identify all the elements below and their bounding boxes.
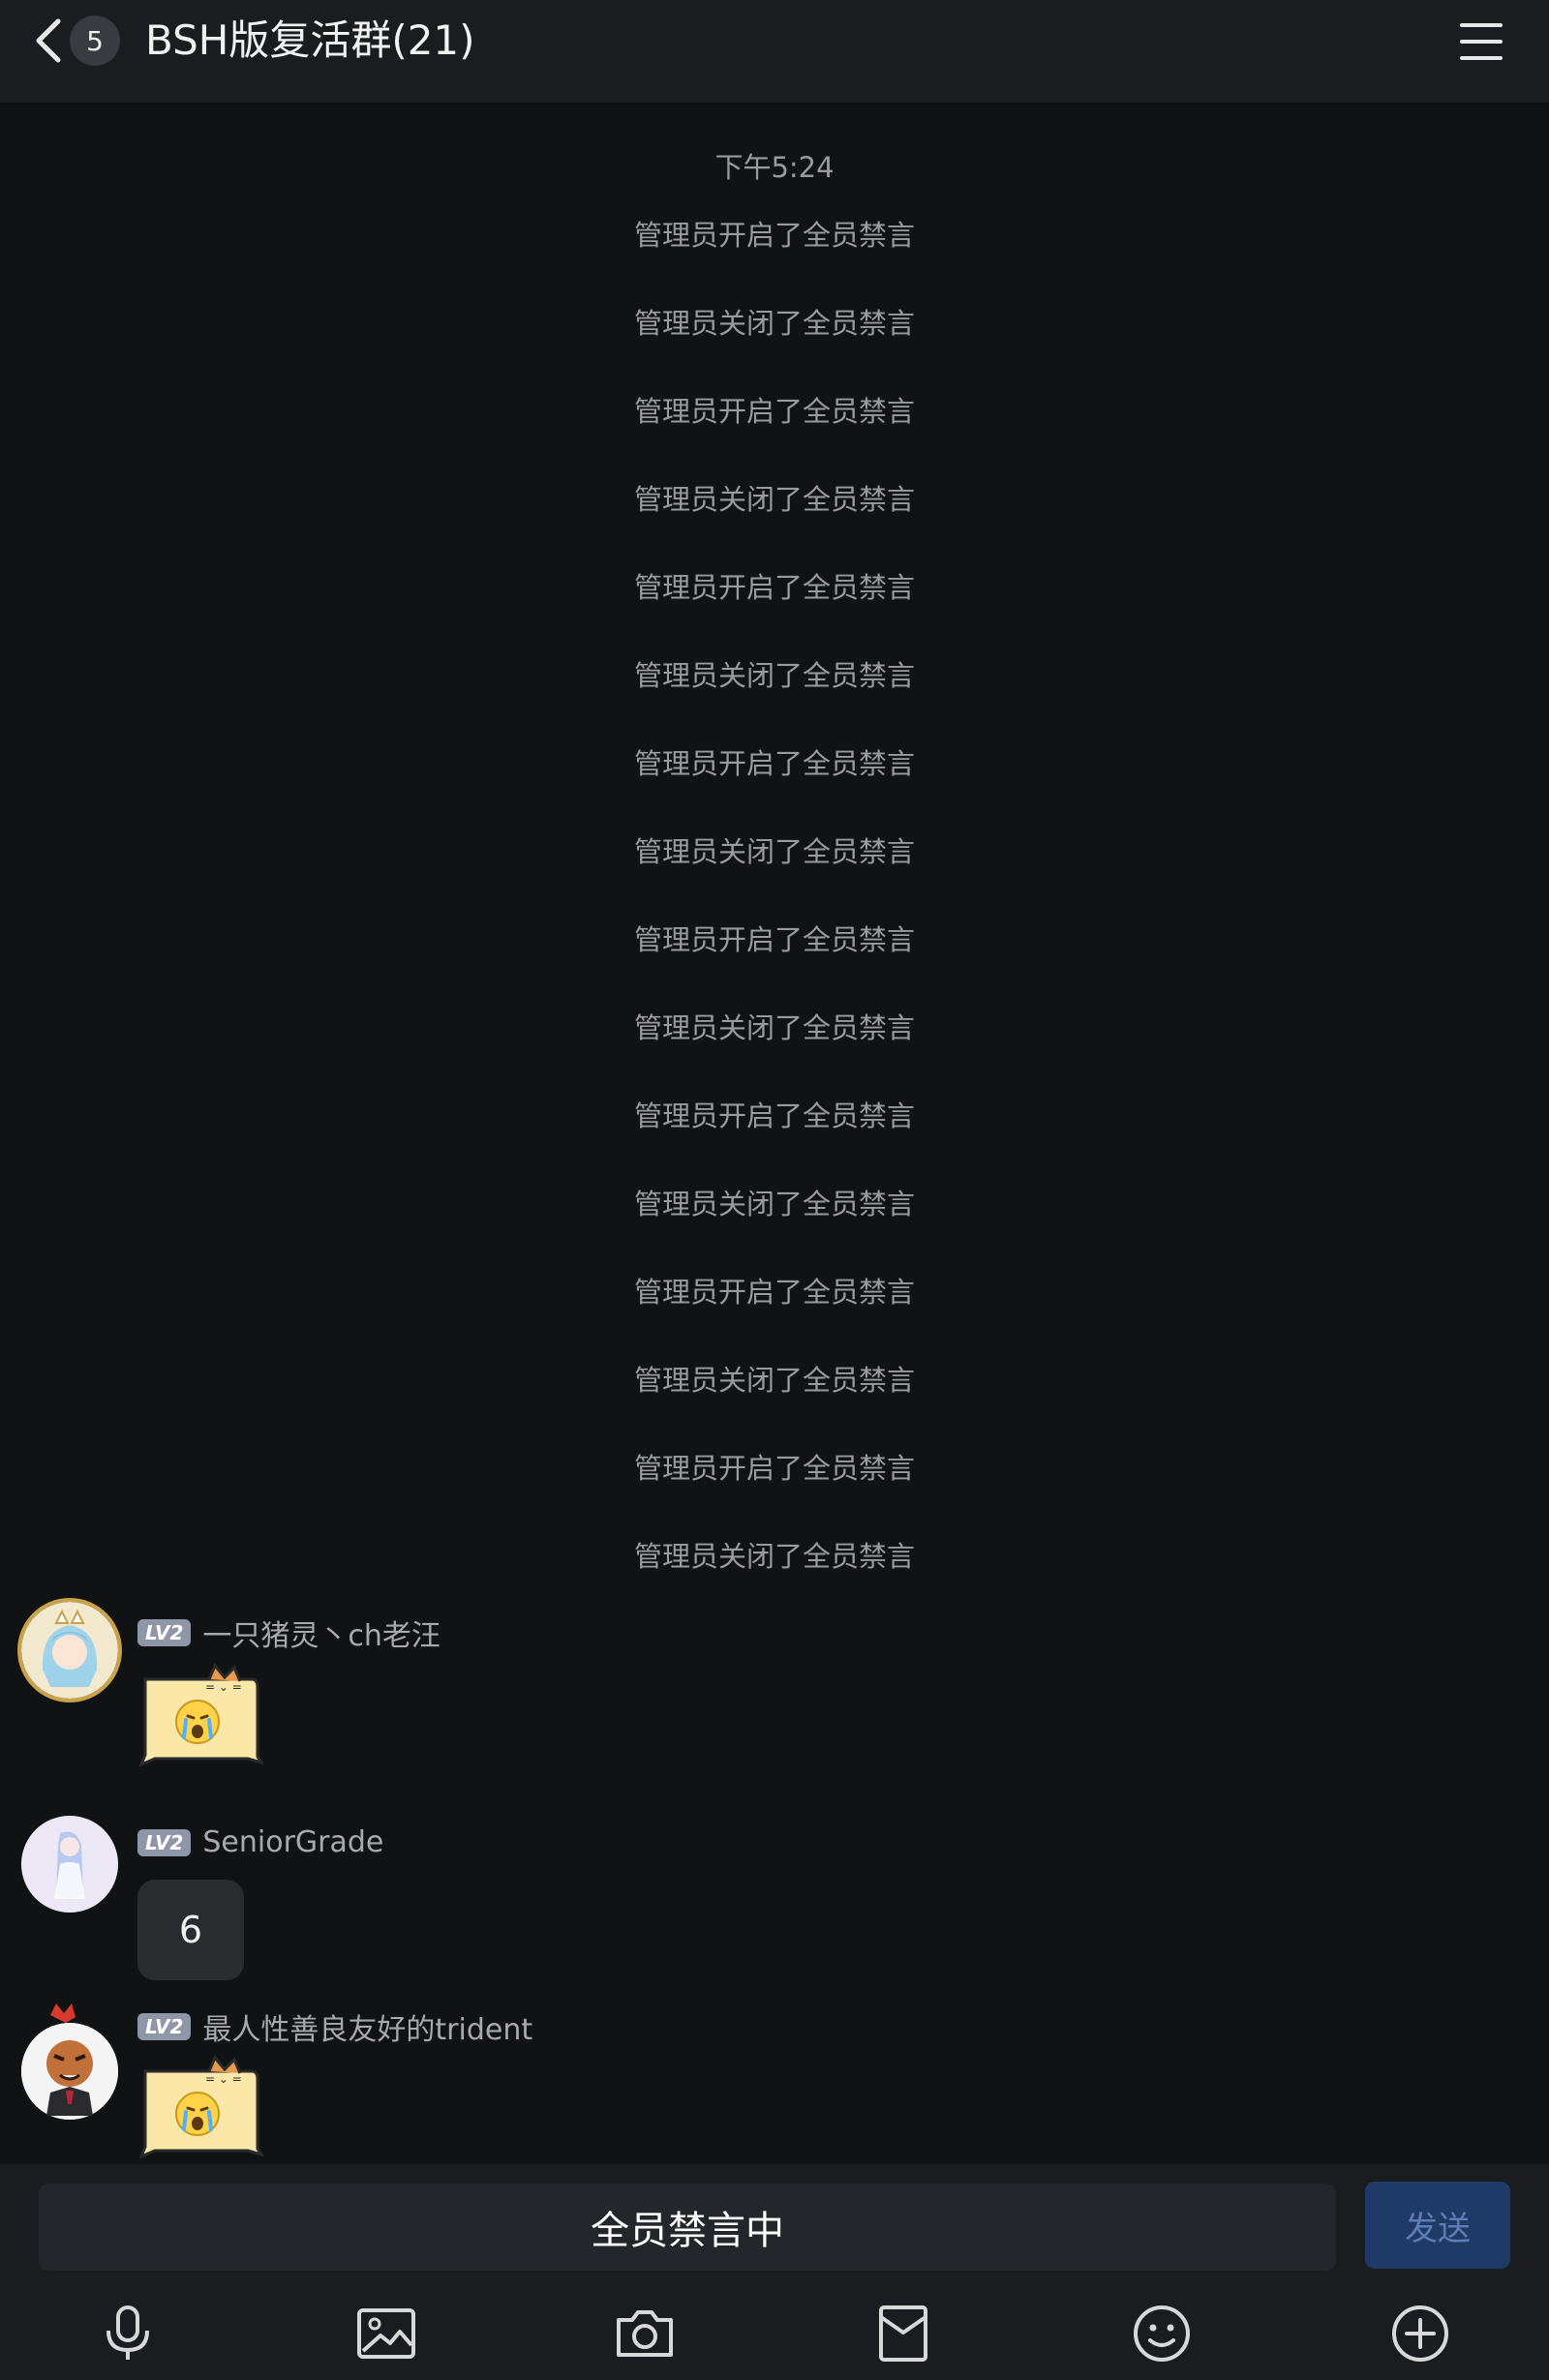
sender-line: LV2 SeniorGrade	[137, 1825, 383, 1859]
anime-girl-avatar-icon	[21, 1602, 118, 1699]
system-message: 管理员开启了全员禁言	[633, 395, 915, 428]
avatar[interactable]	[21, 1602, 118, 1699]
image-icon	[357, 2308, 415, 2359]
camera-icon	[617, 2310, 673, 2357]
chat-screen: 5 BSH版复活群(21) 下午5:24 管理员开启了全员禁言 管理员关闭了全员…	[0, 0, 1549, 2380]
system-message: 管理员开启了全员禁言	[633, 219, 915, 252]
crying-cat-sticker-icon: = ⌄ =	[138, 1663, 263, 1767]
chat-header: 5 BSH版复活群(21)	[0, 0, 1549, 103]
plus-icon	[1392, 2305, 1448, 2362]
image-button[interactable]	[352, 2300, 420, 2367]
message-timestamp: 下午5:24	[714, 151, 835, 184]
anime-figure-avatar-icon	[21, 1816, 118, 1913]
system-message: 管理员开启了全员禁言	[633, 1276, 915, 1309]
text-message-bubble[interactable]: 6	[137, 1880, 244, 1980]
system-message: 管理员关闭了全员禁言	[633, 1540, 915, 1573]
menu-button[interactable]	[1456, 19, 1506, 64]
send-button[interactable]: 发送	[1365, 2182, 1510, 2269]
red-packet-icon	[879, 2305, 927, 2362]
system-message: 管理员关闭了全员禁言	[633, 307, 915, 340]
camera-button[interactable]	[611, 2300, 679, 2367]
avatar[interactable]	[21, 1816, 118, 1913]
voice-button[interactable]	[94, 2300, 162, 2367]
red-packet-button[interactable]	[869, 2300, 937, 2367]
input-toolbar	[0, 2300, 1549, 2377]
crying-cat-sticker-icon: = ⌄ =	[138, 2055, 263, 2159]
sender-name[interactable]: 一只猪灵丶ch老汪	[202, 1612, 440, 1654]
avatar[interactable]	[21, 2003, 118, 2120]
system-message: 管理员开启了全员禁言	[633, 923, 915, 956]
unread-badge: 5	[70, 15, 120, 66]
emoji-icon	[1134, 2305, 1190, 2362]
input-bar: 全员禁言中 发送	[0, 2164, 1549, 2380]
sender-line: LV2 一只猪灵丶ch老汪	[137, 1612, 440, 1654]
system-message: 管理员关闭了全员禁言	[633, 835, 915, 868]
system-message: 管理员开启了全员禁言	[633, 1452, 915, 1485]
system-message: 管理员关闭了全员禁言	[633, 1011, 915, 1044]
tiger-avatar-icon	[21, 2003, 118, 2120]
sender-name[interactable]: SeniorGrade	[202, 1825, 383, 1859]
message-input-disabled[interactable]: 全员禁言中	[39, 2184, 1336, 2271]
system-message: 管理员关闭了全员禁言	[633, 659, 915, 692]
sender-name[interactable]: 最人性善良友好的trident	[202, 2005, 532, 2048]
more-button[interactable]	[1386, 2300, 1454, 2367]
level-badge: LV2	[137, 2013, 192, 2040]
system-message: 管理员关闭了全员禁言	[633, 483, 915, 516]
system-message: 管理员开启了全员禁言	[633, 747, 915, 780]
system-message: 管理员开启了全员禁言	[633, 571, 915, 604]
system-message: 管理员关闭了全员禁言	[633, 1188, 915, 1220]
back-button[interactable]: 5	[29, 14, 120, 68]
svg-text:= ⌄ =: = ⌄ =	[205, 1680, 242, 1694]
svg-text:= ⌄ =: = ⌄ =	[205, 2072, 242, 2086]
crying-cat-sticker[interactable]: = ⌄ =	[137, 2054, 263, 2164]
chevron-left-icon	[36, 18, 61, 63]
system-message-list: 管理员开启了全员禁言 管理员关闭了全员禁言 管理员开启了全员禁言 管理员关闭了全…	[0, 207, 1549, 1616]
menu-icon	[1460, 23, 1503, 60]
emoji-button[interactable]	[1128, 2300, 1196, 2367]
chat-title: BSH版复活群(21)	[145, 16, 475, 64]
level-badge: LV2	[137, 1828, 192, 1856]
system-message: 管理员开启了全员禁言	[633, 1100, 915, 1132]
sender-line: LV2 最人性善良友好的trident	[137, 2005, 532, 2048]
microphone-icon	[106, 2305, 149, 2360]
level-badge: LV2	[137, 1619, 192, 1646]
crying-cat-sticker[interactable]: = ⌄ =	[137, 1662, 263, 1768]
system-message: 管理员关闭了全员禁言	[633, 1364, 915, 1397]
